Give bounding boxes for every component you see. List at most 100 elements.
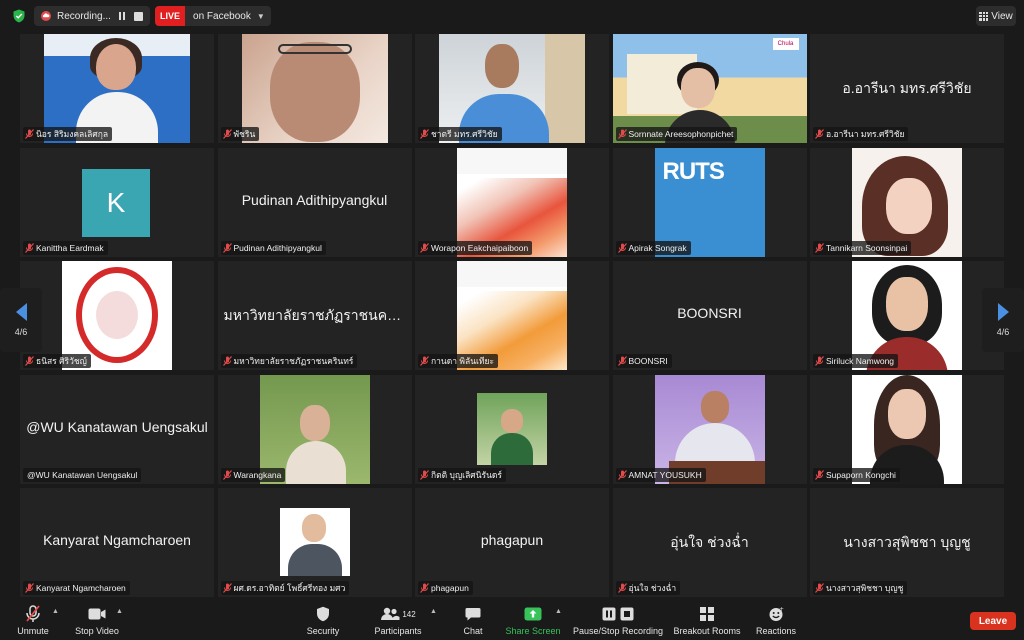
- mic-muted-icon: [25, 356, 34, 366]
- share-options-caret-icon[interactable]: ▲: [555, 608, 562, 615]
- mic-muted-icon: [420, 469, 429, 480]
- participant-tile[interactable]: พัชริน: [217, 34, 412, 143]
- mic-muted-icon: [25, 583, 34, 593]
- participant-tile[interactable]: AMNAT YOUSUKH: [612, 374, 807, 484]
- mic-muted-icon: [617, 129, 627, 139]
- mic-muted-icon: [25, 129, 34, 139]
- participant-display-name: phagapun: [480, 532, 544, 548]
- participant-tile[interactable]: K Kanittha Eardmak: [20, 147, 214, 257]
- stop-recording-icon[interactable]: [134, 11, 143, 21]
- participant-name-label: พัชริน: [220, 127, 260, 141]
- video-camera-icon: [88, 608, 106, 620]
- zoom-meeting-window: Recording... LIVE on Facebook ▼ View นิอ…: [0, 0, 1024, 640]
- chat-bubble-icon: [465, 608, 481, 621]
- mic-muted-icon: [222, 129, 232, 139]
- smiley-reaction-icon: +: [769, 606, 784, 621]
- recording-label: Recording...: [57, 10, 111, 22]
- participant-tile[interactable]: Supaporn Kongchi: [810, 374, 1004, 484]
- participants-icon: [381, 607, 400, 620]
- participant-name-label: อุ่นใจ ช่วงฉ่ำ: [615, 581, 681, 595]
- svg-text:+: +: [779, 606, 784, 613]
- participant-display-name: BOONSRI: [677, 305, 742, 321]
- participant-name-label: Kanittha Eardmak: [23, 240, 108, 255]
- participants-button[interactable]: 142 Participants: [370, 604, 426, 638]
- breakout-rooms-button[interactable]: Breakout Rooms: [672, 604, 742, 638]
- breakout-rooms-icon: [700, 607, 714, 621]
- arrow-left-icon: [15, 303, 27, 321]
- participants-options-caret-icon[interactable]: ▲: [430, 608, 437, 615]
- share-screen-icon: [524, 607, 542, 621]
- participant-tile[interactable]: Worapon Eakchaipaiboon: [415, 147, 609, 257]
- participant-tile[interactable]: อ.อารีนา มทร.ศรีวิชัย อ.อารีนา มทร.ศรีวิ…: [810, 34, 1004, 143]
- participant-tile[interactable]: BOONSRI BOONSRI: [612, 261, 807, 370]
- participant-name-label: AMNAT YOUSUKH: [615, 467, 706, 482]
- chat-button[interactable]: Chat: [458, 604, 488, 638]
- live-badge: LIVE: [155, 6, 186, 26]
- meeting-toolbar: Unmute ▲ Stop Video ▲ Security 142 Parti…: [0, 600, 1024, 640]
- participant-name-label: นิอร สิริมงคลเลิศกุล: [23, 127, 113, 141]
- audio-options-caret-icon[interactable]: ▲: [52, 608, 59, 615]
- video-options-caret-icon[interactable]: ▲: [116, 608, 123, 615]
- previous-page-button[interactable]: 4/6: [0, 288, 42, 352]
- participant-tile[interactable]: Pudinan Adithipyangkul Pudinan Adithipya…: [217, 147, 412, 257]
- chevron-down-icon[interactable]: ▼: [257, 12, 271, 21]
- participant-name-label: กิตติ บุญเลิศนิรันดร์: [418, 467, 506, 482]
- participant-name-label: ผศ.ดร.อาทิตย์ โพธิ์ศรีทอง มศว: [220, 581, 350, 595]
- share-screen-button[interactable]: Share Screen: [504, 604, 562, 638]
- reactions-button[interactable]: + Reactions: [754, 604, 798, 638]
- participant-tile[interactable]: กิตติ บุญเลิศนิรันดร์: [415, 374, 609, 484]
- participant-tile[interactable]: phagapun phagapun: [415, 488, 609, 597]
- participant-display-name: Kanyarat Ngamcharoen: [43, 532, 191, 548]
- participant-tile[interactable]: มหาวิทยาลัยราชภัฏราชนคริ... มหาวิทยาลัยร…: [217, 261, 412, 370]
- participant-tile[interactable]: กานดา พิลันเทียะ: [415, 261, 609, 370]
- stop-video-button[interactable]: Stop Video: [72, 604, 122, 638]
- mic-muted-icon: [617, 469, 627, 480]
- leave-button[interactable]: Leave: [970, 612, 1016, 630]
- participant-tile[interactable]: Tannikarn Soonsinpai: [810, 147, 1004, 257]
- security-shield-icon: [317, 606, 329, 622]
- mic-muted-icon: [617, 356, 627, 366]
- security-button[interactable]: Security: [302, 604, 344, 638]
- participant-display-name: นางสาวสุพิชชา บุญชู: [843, 534, 971, 550]
- participant-name-label: นางสาวสุพิชชา บุญชู: [813, 581, 908, 595]
- participant-display-name: Pudinan Adithipyangkul: [241, 191, 388, 208]
- live-stream-indicator[interactable]: LIVE on Facebook ▼: [155, 6, 271, 26]
- mic-muted-icon: [815, 583, 824, 593]
- participant-name-label: ธนิสร ศิริวัชญ์: [23, 354, 91, 368]
- ruts-logo: RUTS: [662, 157, 725, 185]
- shield-icon[interactable]: [12, 9, 26, 23]
- participant-tile[interactable]: ผศ.ดร.อาทิตย์ โพธิ์ศรีทอง มศว: [217, 488, 412, 597]
- participant-tile[interactable]: อุ่นใจ ช่วงฉ่ำ อุ่นใจ ช่วงฉ่ำ: [612, 488, 807, 597]
- avatar: K: [82, 168, 150, 237]
- pause-recording-icon[interactable]: [116, 10, 128, 22]
- pause-stop-recording-button[interactable]: Pause/Stop Recording: [572, 604, 664, 638]
- participant-name-label: Sornnate Areesophonpichet: [615, 127, 738, 141]
- mic-muted-icon: [25, 242, 34, 253]
- participant-tile[interactable]: Warangkana: [217, 374, 412, 484]
- participant-count: 142: [402, 609, 416, 619]
- next-page-button[interactable]: 4/6: [982, 288, 1024, 352]
- unmute-button[interactable]: Unmute: [14, 604, 52, 638]
- participant-video: [241, 34, 388, 143]
- arrow-right-icon: [997, 303, 1009, 321]
- recording-indicator: Recording...: [34, 6, 150, 26]
- participant-tile[interactable]: ธนิสร ศิริวัชญ์: [20, 261, 214, 370]
- pause-icon: [602, 607, 616, 621]
- participant-tile[interactable]: @WU Kanatawan Uengsakul @WU Kanatawan Ue…: [20, 374, 214, 484]
- participant-name-label: Worapon Eakchaipaiboon: [418, 240, 533, 255]
- participant-tile[interactable]: RUTS Apirak Songrak: [612, 147, 807, 257]
- page-indicator: 4/6: [14, 327, 28, 337]
- participant-tile[interactable]: นางสาวสุพิชชา บุญชู นางสาวสุพิชชา บุญชู: [810, 488, 1004, 597]
- mic-muted-icon: [222, 242, 232, 253]
- page-indicator: 4/6: [996, 327, 1010, 337]
- participant-name-label: มหาวิทยาลัยราชภัฏราชนครินทร์: [220, 354, 358, 368]
- participant-name-label: Siriluck Namwong: [813, 354, 899, 368]
- participant-tile[interactable]: Chula Sornnate Areesophonpichet: [612, 34, 807, 143]
- mic-muted-icon: [617, 242, 627, 253]
- microphone-muted-icon: [26, 605, 40, 622]
- participant-tile[interactable]: Kanyarat Ngamcharoen Kanyarat Ngamcharoe…: [20, 488, 214, 597]
- participant-tile[interactable]: Siriluck Namwong: [810, 261, 1004, 370]
- participant-tile[interactable]: ชาตรี มทร.ศรีวิชัย: [415, 34, 609, 143]
- participant-tile[interactable]: นิอร สิริมงคลเลิศกุล: [20, 34, 214, 143]
- view-button[interactable]: View: [976, 6, 1016, 26]
